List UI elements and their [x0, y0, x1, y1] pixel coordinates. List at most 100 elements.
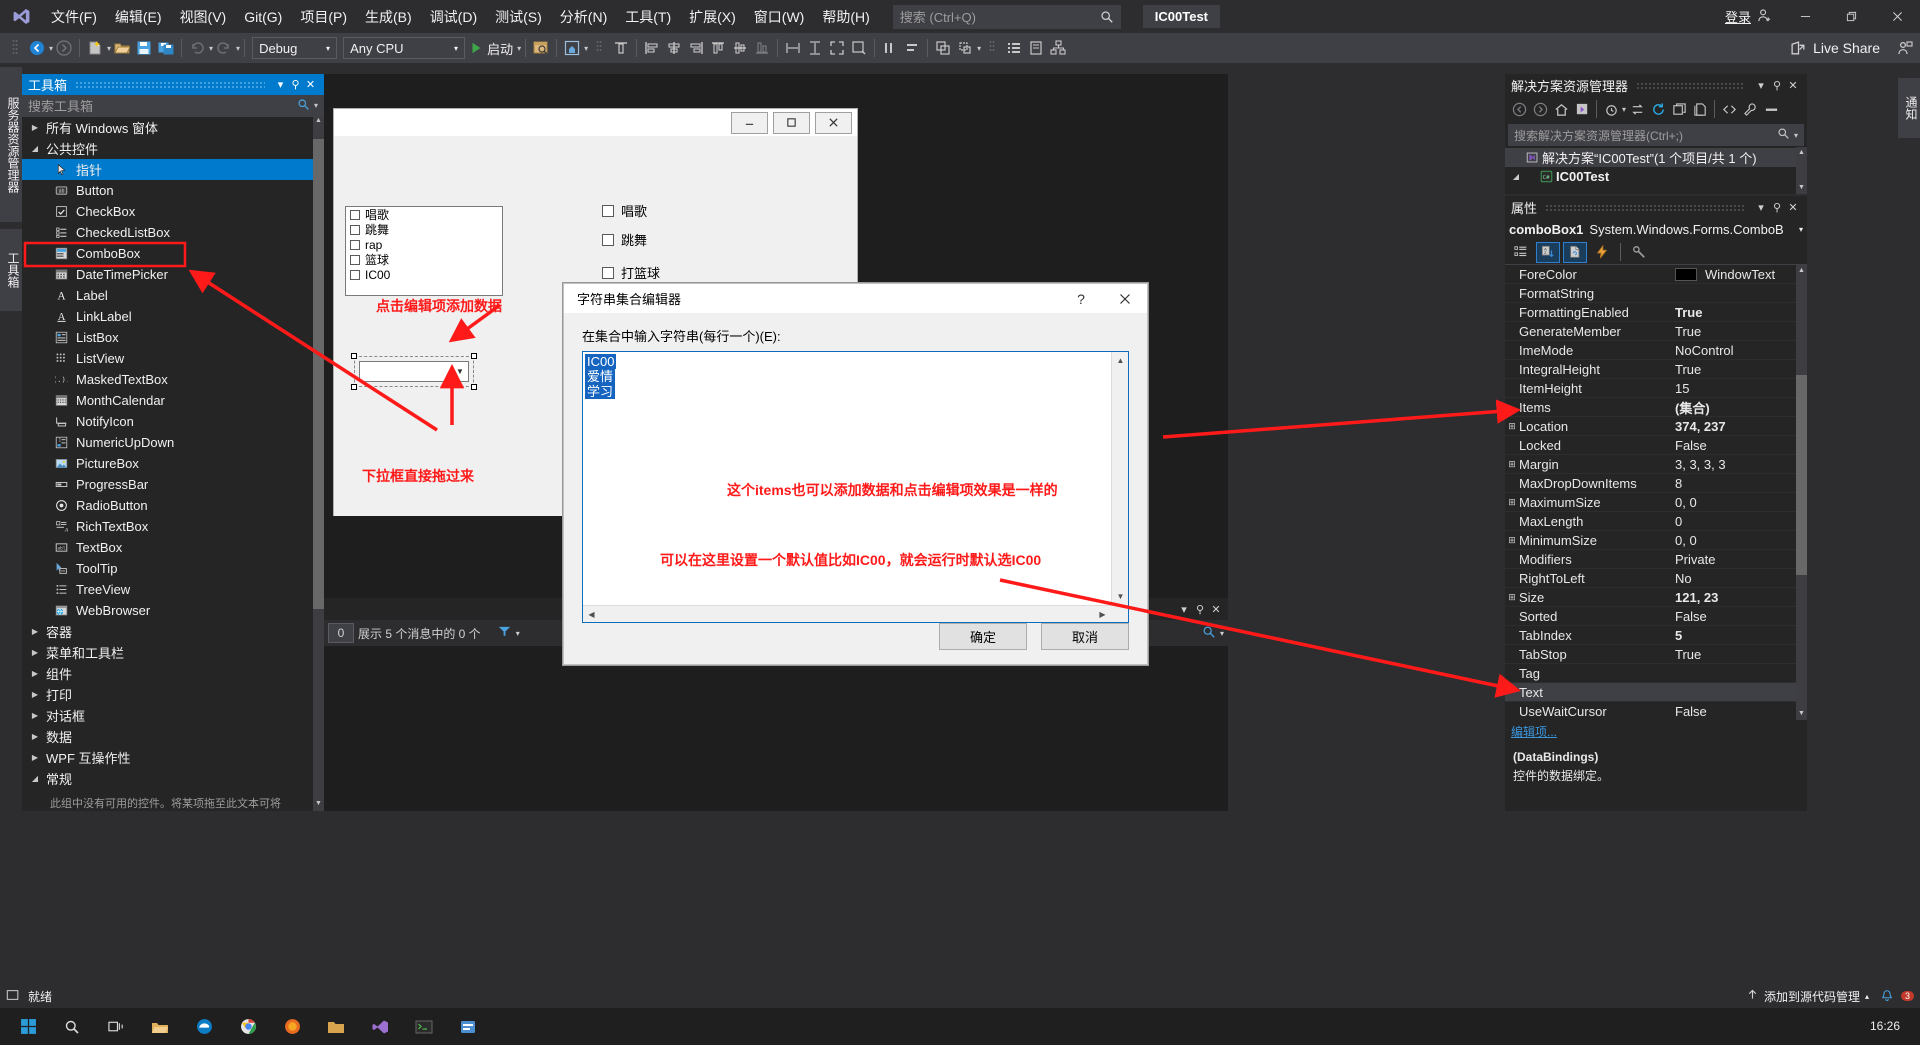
- dialog-vertical-scrollbar[interactable]: ▲ ▼: [1111, 352, 1128, 622]
- se-properties-icon[interactable]: [1740, 97, 1760, 121]
- vtab-server-explorer[interactable]: 服务器资源管理器: [0, 67, 22, 222]
- clb-item[interactable]: IC00: [346, 267, 502, 282]
- property-value[interactable]: 0, 0: [1671, 533, 1807, 548]
- toolbox-item-pointer[interactable]: 指针: [22, 159, 324, 180]
- menu-item-view[interactable]: 视图(V): [171, 3, 236, 31]
- se-collapse-all-icon[interactable]: [1669, 97, 1689, 121]
- live-share-account-icon[interactable]: [1894, 36, 1916, 60]
- dialog-item[interactable]: 爱情: [585, 369, 616, 384]
- global-search-input[interactable]: 搜索 (Ctrl+Q): [892, 4, 1121, 29]
- chevron-down-icon[interactable]: ▼: [452, 362, 468, 381]
- property-pages-icon[interactable]: [1563, 241, 1587, 263]
- toolbox-item-checkbox[interactable]: CheckBox: [22, 201, 324, 222]
- toolbox-scroll-thumb[interactable]: [313, 139, 324, 609]
- properties-dropdown-icon[interactable]: ▾: [1753, 201, 1769, 214]
- form-checkbox-basketball[interactable]: 打篮球: [602, 263, 660, 282]
- toolbox-item-button[interactable]: ab Button: [22, 180, 324, 201]
- dialog-ok-button[interactable]: 确定: [939, 623, 1027, 650]
- taskbar-search-icon[interactable]: [50, 1008, 94, 1045]
- taskbar-taskview-icon[interactable]: [94, 1008, 138, 1045]
- start-debug-dropdown-icon[interactable]: ▾: [517, 44, 521, 53]
- property-value[interactable]: Private: [1671, 552, 1807, 567]
- property-value[interactable]: True: [1671, 362, 1807, 377]
- form-combobox[interactable]: ▼: [359, 361, 469, 382]
- form-checkbox-sing[interactable]: 唱歌: [602, 201, 647, 220]
- property-value[interactable]: 15: [1671, 381, 1807, 396]
- property-value[interactable]: False: [1671, 438, 1807, 453]
- solution-explorer-close-icon[interactable]: ✕: [1785, 79, 1801, 92]
- toolbox-search-dropdown-icon[interactable]: ▾: [314, 101, 318, 110]
- new-project-icon[interactable]: [84, 36, 106, 60]
- taskbar-clock[interactable]: 16:26: [1870, 1019, 1914, 1034]
- zoom-designer-icon[interactable]: [848, 36, 870, 60]
- form-maximize-button[interactable]: [773, 111, 810, 134]
- toolbox-group-wpf-interop[interactable]: ▶ WPF 互操作性: [22, 747, 324, 768]
- property-value[interactable]: False: [1671, 704, 1807, 719]
- chevron-up-icon[interactable]: ▴: [1865, 992, 1869, 1001]
- toolbox-item-radiobutton[interactable]: RadioButton: [22, 495, 324, 516]
- scroll-down-icon[interactable]: ▼: [1796, 708, 1807, 720]
- toolbox-item-webbrowser[interactable]: WebBrowser: [22, 600, 324, 621]
- toolbox-item-checkedlistbox[interactable]: CheckedListBox: [22, 222, 324, 243]
- se-forward-icon[interactable]: [1530, 97, 1550, 121]
- toolbox-group-containers[interactable]: ▶ 容器: [22, 621, 324, 642]
- solution-explorer-search-input[interactable]: 搜索解决方案资源管理器(Ctrl+;) ▾: [1508, 124, 1804, 146]
- align-lefts-icon[interactable]: [641, 36, 663, 60]
- checkbox-icon[interactable]: [350, 269, 360, 280]
- taskbar-app-terminal-icon[interactable]: [402, 1008, 446, 1045]
- property-value[interactable]: False: [1671, 609, 1807, 624]
- checkbox-icon[interactable]: [602, 266, 614, 279]
- align-top-edges-icon[interactable]: [707, 36, 729, 60]
- property-value[interactable]: True: [1671, 305, 1807, 320]
- menu-item-file[interactable]: 文件(F): [42, 3, 106, 31]
- properties-object-selector[interactable]: comboBox1 System.Windows.Forms.ComboB ▾: [1505, 218, 1807, 240]
- menu-item-help[interactable]: 帮助(H): [813, 3, 878, 31]
- redo-icon[interactable]: [213, 36, 235, 60]
- toolbox-close-icon[interactable]: ✕: [303, 78, 318, 91]
- menu-item-debug[interactable]: 调试(D): [421, 3, 486, 31]
- toolbox-item-datetimepicker[interactable]: DateTimePicker: [22, 264, 324, 285]
- taskbar-app-firefox-icon[interactable]: [270, 1008, 314, 1045]
- window-close-button[interactable]: [1874, 0, 1920, 33]
- configuration-dropdown[interactable]: Debug ▾: [252, 37, 338, 59]
- taskbar-app-generic-icon[interactable]: [446, 1008, 490, 1045]
- toolbox-group-data[interactable]: ▶ 数据: [22, 726, 324, 747]
- start-debug-label[interactable]: 启动: [484, 36, 516, 60]
- send-to-back-icon[interactable]: [954, 36, 976, 60]
- se-switch-views-icon[interactable]: [1572, 97, 1592, 121]
- properties-scrollbar[interactable]: ▲ ▼: [1796, 265, 1807, 720]
- toolbox-item-progressbar[interactable]: ProgressBar: [22, 474, 324, 495]
- checkbox-icon[interactable]: [350, 209, 360, 220]
- taskbar-app-chrome-icon[interactable]: [226, 1008, 270, 1045]
- sign-in-button[interactable]: 登录: [1715, 7, 1782, 26]
- property-value[interactable]: 3, 3, 3, 3: [1671, 457, 1807, 472]
- property-value[interactable]: True: [1671, 324, 1807, 339]
- form-checkbox-dance[interactable]: 跳舞: [602, 230, 647, 249]
- window-minimize-button[interactable]: [1782, 0, 1828, 33]
- checkbox-icon[interactable]: [350, 254, 360, 265]
- save-all-icon[interactable]: [155, 36, 177, 60]
- scroll-down-icon[interactable]: ▼: [1112, 588, 1129, 605]
- property-value[interactable]: True: [1671, 647, 1807, 662]
- se-preview-selected-icon[interactable]: [1761, 97, 1781, 121]
- resize-handle-nw[interactable]: [351, 353, 357, 359]
- dialog-item-lines[interactable]: IC00 爱情 学习: [583, 352, 1128, 399]
- error-list-close-icon[interactable]: ✕: [1208, 603, 1224, 616]
- toolbox-item-label[interactable]: A Label: [22, 285, 324, 306]
- form-close-button[interactable]: [815, 111, 852, 134]
- resize-handle-ne[interactable]: [471, 353, 477, 359]
- solution-node[interactable]: 解决方案“IC00Test”(1 个项目/共 1 个): [1505, 148, 1807, 167]
- menu-item-build[interactable]: 生成(B): [356, 3, 421, 31]
- error-list-search-dropdown-icon[interactable]: ▾: [1220, 629, 1224, 638]
- clb-item[interactable]: 唱歌: [346, 207, 502, 222]
- properties-grid[interactable]: ForeColor WindowText FormatString Formatt…: [1505, 265, 1807, 720]
- expander-plus-icon[interactable]: ⊞: [1505, 459, 1519, 470]
- scroll-down-icon[interactable]: ▼: [1796, 182, 1807, 194]
- vtab-notifications[interactable]: 通知: [1898, 78, 1920, 138]
- source-control-button[interactable]: 添加到源代码管理 ▴: [1746, 988, 1869, 1005]
- form-checked-list-box[interactable]: 唱歌 跳舞 rap 篮球 IC00: [345, 206, 503, 296]
- se-view-code-icon[interactable]: [1719, 97, 1739, 121]
- toolbox-item-richtextbox[interactable]: A RichTextBox: [22, 516, 324, 537]
- filter-icon[interactable]: [497, 624, 512, 642]
- align-rights-icon[interactable]: [685, 36, 707, 60]
